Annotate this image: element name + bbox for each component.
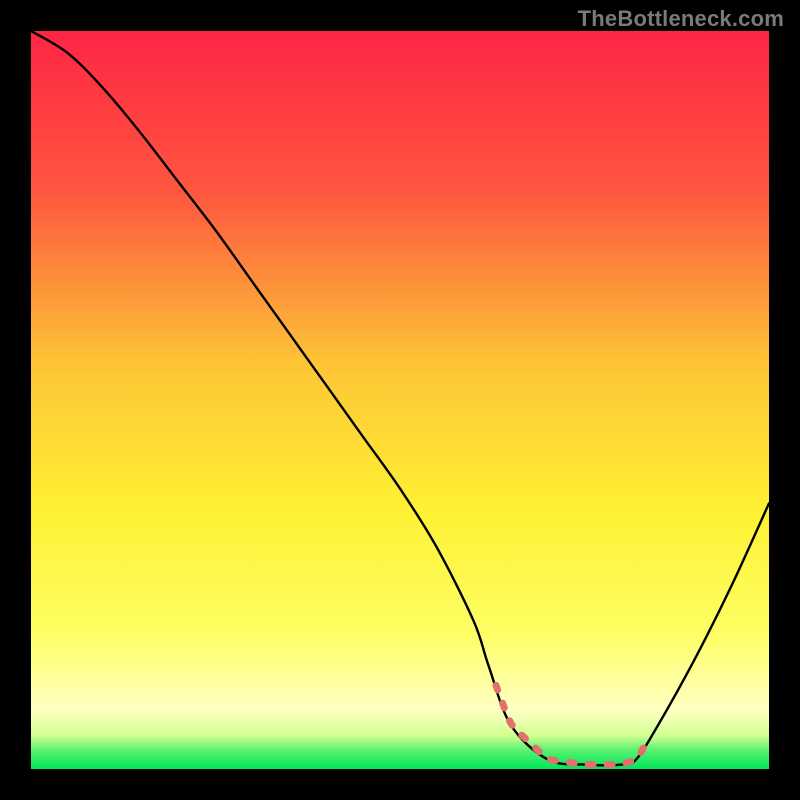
gradient-rect [31, 31, 769, 769]
attribution-text: TheBottleneck.com [578, 6, 784, 32]
chart-root: TheBottleneck.com [0, 0, 800, 800]
chart-svg [31, 31, 769, 769]
plot-area [31, 31, 769, 769]
